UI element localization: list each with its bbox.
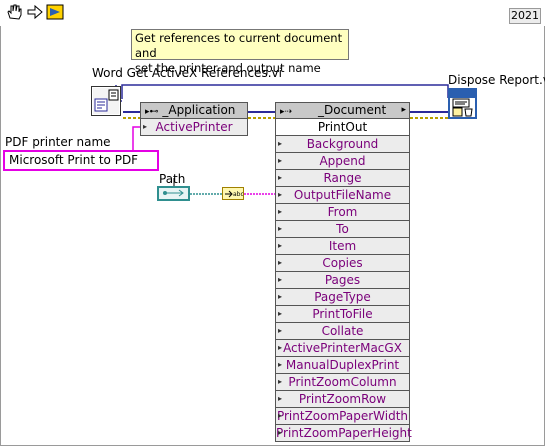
path-label: Path [159,172,186,186]
path-icon [163,189,184,197]
printout-param[interactable]: ▸ Background [275,136,410,153]
printout-method[interactable]: PrintOut [275,119,410,136]
printout-param[interactable]: ▸ PrintZoomPaperWidth [275,408,410,425]
input-arrow-icon: ▸ [278,224,283,233]
input-arrow-icon: ▸ [278,173,283,182]
printout-param[interactable]: ▸ Append [275,153,410,170]
input-arrow-icon: ▸ [278,309,283,318]
input-arrow-icon: ▸ [143,122,148,131]
comment-box: Get references to current document and s… [131,29,349,75]
input-arrow-icon: ▸ [278,394,283,403]
input-arrow-icon: ▸ [278,377,283,386]
printout-param[interactable]: ▸ Pages [275,272,410,289]
printout-param[interactable]: ▸ PageType [275,289,410,306]
input-arrow-icon: ▸ [278,258,283,267]
printout-param[interactable]: ▸ ActivePrinterMacGX [275,340,410,357]
document-node-header: ▸⇢ _Document ▸ [275,102,410,119]
application-property-node[interactable]: ▸⊷ _Application ▸ ActivePrinter [140,102,248,136]
printout-param[interactable]: ▸ OutputFileName [275,187,410,204]
input-arrow-icon: ▸ [278,241,283,250]
printout-param[interactable]: ▸ Collate [275,323,410,340]
svg-text:abc: abc [233,191,243,198]
printout-param[interactable]: ▸ PrintZoomRow [275,391,410,408]
input-arrow-icon: ▸ [278,190,283,199]
pdf-printer-control[interactable]: Microsoft Print to PDF [3,150,159,171]
pdf-printer-label: PDF printer name [5,135,111,149]
application-node-header: ▸⊷ _Application [140,102,248,119]
document-node-title: _Document [318,103,387,117]
printout-param[interactable]: ▸ Range [275,170,410,187]
dispose-report-subvi[interactable] [448,88,477,119]
input-arrow-icon: ▸ [278,411,283,420]
printout-param[interactable]: ▸ Copies [275,255,410,272]
printout-param[interactable]: ▸ To [275,221,410,238]
input-arrow-icon: ▸ [278,275,283,284]
dispose-label: Dispose Report.vi [448,73,545,87]
word-get-refs-subvi[interactable] [91,86,121,116]
printout-param[interactable]: ▸ PrintZoomColumn [275,374,410,391]
path-control[interactable] [157,186,190,201]
printout-param[interactable]: ▸ PrintZoomPaperHeight [275,425,412,442]
input-arrow-icon: ▸ [278,292,283,301]
printout-param[interactable]: ▸ Item [275,238,410,255]
input-arrow-icon: ▸ [278,360,283,369]
input-arrow-icon: ▸ [278,139,283,148]
input-arrow-icon: ▸ [278,343,283,352]
get-refs-label: Word Get ActiveX References.vi [92,66,282,80]
word-doc-icon [93,88,119,114]
printout-param[interactable]: ▸ ManualDuplexPrint [275,357,410,374]
comment-line-1: Get references to current document and [135,31,343,60]
refnum-connector-icon: ▸⇢ [280,107,293,117]
refnum-connector-icon: ▸⊷ [145,107,159,117]
input-arrow-icon: ▸ [278,428,283,437]
application-node-title: _Application [162,103,236,117]
printout-param[interactable]: ▸ From [275,204,410,221]
refnum-wire-top [121,84,449,99]
input-arrow-icon: ▸ [278,207,283,216]
input-arrow-icon: ▸ [278,326,283,335]
printout-param[interactable]: ▸ PrintToFile [275,306,410,323]
dispose-report-icon [450,90,475,117]
document-invoke-node[interactable]: ▸⇢ _Document ▸ PrintOut ▸ Background ▸ Appe… [275,102,412,442]
printout-params: ▸ Background ▸ Append ▸ Range ▸ OutputFileName ▸… [275,136,412,442]
active-printer-property[interactable]: ▸ ActivePrinter [140,119,248,136]
output-connector-icon: ▸ [401,105,406,115]
path-to-string-icon[interactable]: abc [222,187,244,200]
input-arrow-icon: ▸ [278,156,283,165]
